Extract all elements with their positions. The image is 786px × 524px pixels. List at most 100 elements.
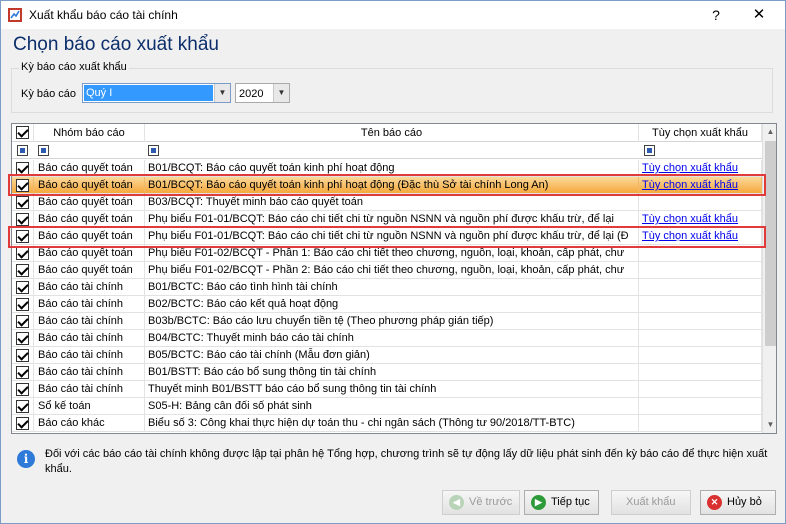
table-row[interactable]: Báo cáo quyết toán Phụ biểu F01-02/BCQT -… [12,245,762,262]
row-group: Báo cáo tài chính [34,364,145,381]
filter-row [12,142,762,159]
row-report-name: B01/BCTC: Báo cáo tình hình tài chính [145,279,639,296]
row-export-option-cell [639,330,762,347]
filter-icon[interactable] [644,145,655,156]
row-checkbox-cell [12,262,34,279]
table-row[interactable]: Báo cáo khác Biểu số 3: Công khai thực hi… [12,415,762,432]
table-row[interactable]: Sổ kế toán S05-H: Bảng cân đối số phát si… [12,398,762,415]
report-grid: Nhóm báo cáo Tên báo cáo Tùy chọn xuất k… [11,123,777,434]
cancel-button-label: Hủy bỏ [727,496,762,508]
table-row[interactable]: Báo cáo tài chính B04/BCTC: Thuyết minh b… [12,330,762,347]
table-row[interactable]: Báo cáo tài chính Thuyết minh B01/BSTT bá… [12,381,762,398]
table-row[interactable]: Báo cáo tài chính B03b/BCTC: Báo cáo lưu … [12,313,762,330]
row-checkbox[interactable] [16,162,29,175]
row-checkbox-cell [12,211,34,228]
row-checkbox[interactable] [16,315,29,328]
row-export-option-cell [639,194,762,211]
export-option-link[interactable]: Tùy chọn xuất khẩu [642,162,738,174]
row-checkbox[interactable] [16,298,29,311]
table-row[interactable]: Báo cáo quyết toán Phụ biểu F01-02/BCQT -… [12,262,762,279]
row-report-name: Phụ biểu F01-02/BCQT - Phần 2: Báo cáo c… [145,262,639,279]
row-report-name: B03/BCQT: Thuyết minh báo cáo quyết toán [145,194,639,211]
export-dialog: Xuất khẩu báo cáo tài chính ? ✕ Chọn báo… [0,0,786,524]
table-row[interactable]: Báo cáo tài chính B01/BCTC: Báo cáo tình … [12,279,762,296]
chevron-down-icon[interactable]: ▼ [273,84,289,102]
row-report-name: Phụ biểu F01-01/BCQT: Báo cáo chi tiết c… [145,211,639,228]
table-row[interactable]: Báo cáo quyết toán B01/BCQT: Báo cáo quyế… [12,177,762,194]
row-group: Báo cáo quyết toán [34,160,145,177]
export-button[interactable]: Xuất khẩu [611,490,691,515]
row-checkbox[interactable] [16,213,29,226]
row-report-name: B01/BSTT: Báo cáo bổ sung thông tin tài … [145,364,639,381]
page-title: Chọn báo cáo xuất khẩu [13,34,219,55]
row-checkbox[interactable] [16,179,29,192]
chevron-down-icon[interactable]: ▼ [214,84,230,102]
table-row[interactable]: Báo cáo quyết toán Phụ biểu F01-01/BCQT: … [12,228,762,245]
table-row[interactable]: Báo cáo tài chính B05/BCTC: Báo cáo tài c… [12,347,762,364]
row-checkbox[interactable] [16,332,29,345]
row-checkbox-cell [12,160,34,177]
export-option-link[interactable]: Tùy chọn xuất khẩu [642,213,738,225]
vertical-scrollbar[interactable]: ▲ ▼ [762,124,776,433]
column-header-name[interactable]: Tên báo cáo [145,124,639,142]
scroll-down-icon[interactable]: ▼ [763,417,776,433]
table-row[interactable]: Báo cáo quyết toán Phụ biểu F01-01/BCQT: … [12,211,762,228]
row-report-name: B03b/BCTC: Báo cáo lưu chuyển tiền tệ (T… [145,313,639,330]
row-group: Báo cáo khác [34,415,145,432]
row-checkbox-cell [12,245,34,262]
period-select[interactable]: Quý I ▼ [82,83,231,103]
year-select[interactable]: 2020 ▼ [235,83,290,103]
filter-icon[interactable] [17,145,28,156]
row-export-option-cell [639,347,762,364]
scroll-thumb[interactable] [765,141,776,346]
table-row[interactable]: Báo cáo tài chính B01/BSTT: Báo cáo bổ su… [12,364,762,381]
row-checkbox[interactable] [16,196,29,209]
row-group: Báo cáo tài chính [34,279,145,296]
scroll-up-icon[interactable]: ▲ [763,124,776,140]
table-row[interactable]: Báo cáo tài chính B02/BCTC: Báo cáo kết q… [12,296,762,313]
arrow-right-icon: ▶ [531,495,546,510]
row-export-option-cell [639,279,762,296]
row-checkbox-cell [12,177,34,194]
next-button[interactable]: ▶ Tiếp tục [524,490,599,515]
window-title: Xuất khẩu báo cáo tài chính [29,8,178,22]
row-report-name: B05/BCTC: Báo cáo tài chính (Mẫu đơn giả… [145,347,639,364]
period-label: Kỳ báo cáo [21,88,77,100]
row-checkbox[interactable] [16,349,29,362]
row-checkbox[interactable] [16,281,29,294]
row-export-option-cell: Tùy chọn xuất khẩu [639,177,762,194]
row-group: Báo cáo quyết toán [34,245,145,262]
column-header-group[interactable]: Nhóm báo cáo [34,124,145,142]
row-checkbox[interactable] [16,400,29,413]
cancel-button[interactable]: ✕ Hủy bỏ [700,490,776,515]
row-group: Báo cáo quyết toán [34,177,145,194]
row-checkbox[interactable] [16,264,29,277]
back-button[interactable]: ◀ Về trước [442,490,520,515]
period-group-legend: Kỳ báo cáo xuất khẩu [19,61,129,73]
table-row[interactable]: Báo cáo quyết toán B01/BCQT: Báo cáo quyế… [12,160,762,177]
row-group: Báo cáo tài chính [34,296,145,313]
column-header-option[interactable]: Tùy chọn xuất khẩu [639,124,762,142]
year-select-value: 2020 [239,88,264,100]
export-option-link[interactable]: Tùy chọn xuất khẩu [642,179,738,191]
row-checkbox[interactable] [16,417,29,430]
select-all-checkbox[interactable] [16,126,29,139]
select-all-cell [12,124,34,142]
close-icon[interactable]: ✕ [745,5,773,25]
row-export-option-cell: Tùy chọn xuất khẩu [639,228,762,245]
row-checkbox-cell [12,330,34,347]
filter-icon[interactable] [38,145,49,156]
row-export-option-cell: Tùy chọn xuất khẩu [639,160,762,177]
table-row[interactable]: Báo cáo quyết toán B03/BCQT: Thuyết minh … [12,194,762,211]
export-button-label: Xuất khẩu [626,496,676,508]
row-checkbox[interactable] [16,366,29,379]
export-option-link[interactable]: Tùy chọn xuất khẩu [642,230,738,242]
row-group: Sổ kế toán [34,398,145,415]
help-icon[interactable]: ? [705,5,727,25]
row-checkbox[interactable] [16,230,29,243]
row-checkbox[interactable] [16,247,29,260]
filter-icon[interactable] [148,145,159,156]
row-export-option-cell: Tùy chọn xuất khẩu [639,211,762,228]
row-checkbox-cell [12,228,34,245]
row-checkbox[interactable] [16,383,29,396]
